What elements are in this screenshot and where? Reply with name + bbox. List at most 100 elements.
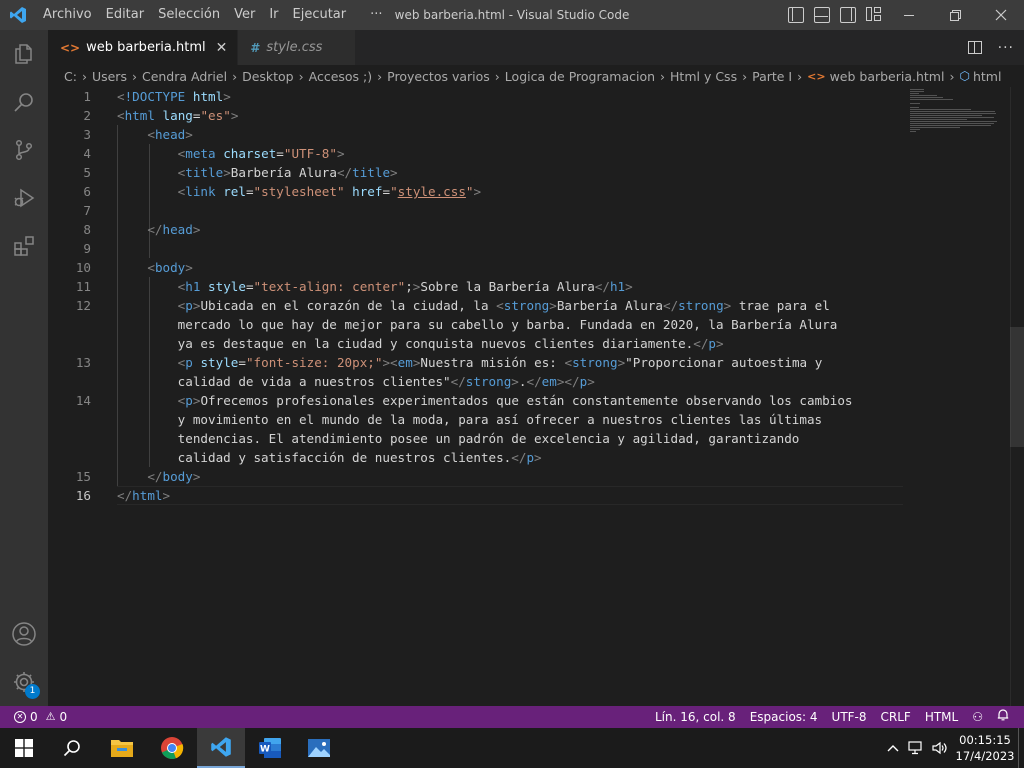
code-editor[interactable]: 1 <!DOCTYPE html> 2 <html lang="es"> 3 <head… bbox=[48, 87, 1024, 706]
menu-item[interactable]: Editar bbox=[99, 0, 152, 30]
more-menus-button[interactable]: ··· bbox=[363, 0, 389, 30]
code-token: Barbería Alura bbox=[230, 165, 337, 180]
code-token: style bbox=[208, 279, 246, 294]
system-tray: 00:15:15 17/4/2023 bbox=[882, 728, 1024, 768]
breadcrumb-item[interactable]: Parte I bbox=[752, 69, 792, 84]
start-button-windows-icon[interactable] bbox=[0, 728, 48, 768]
vscode-logo-icon[interactable] bbox=[0, 0, 36, 30]
breadcrumb-item[interactable]: Html y Css bbox=[670, 69, 737, 84]
toggle-secondary-sidebar-icon[interactable] bbox=[840, 7, 856, 23]
breadcrumb-item[interactable]: Desktop bbox=[242, 69, 294, 84]
breadcrumb-item[interactable]: Proyectos varios bbox=[387, 69, 490, 84]
manage-gear-icon[interactable]: 1 bbox=[0, 658, 48, 706]
code-line: 15 </body> bbox=[48, 467, 908, 486]
code-token: > bbox=[534, 450, 542, 465]
run-debug-icon[interactable] bbox=[0, 174, 48, 222]
photos-icon[interactable] bbox=[295, 728, 343, 768]
explorer-icon[interactable] bbox=[0, 30, 48, 78]
minimap[interactable] bbox=[910, 87, 1010, 137]
menu-item[interactable]: Ejecutar bbox=[286, 0, 354, 30]
file-explorer-icon[interactable] bbox=[98, 728, 146, 768]
close-tab-icon[interactable]: ✕ bbox=[216, 40, 228, 56]
feedback-icon[interactable]: ⚇ bbox=[965, 706, 990, 728]
taskbar-search-icon[interactable] bbox=[48, 728, 96, 768]
code-token: </ bbox=[117, 488, 133, 503]
code-token: p bbox=[526, 450, 535, 465]
breadcrumb-separator-chevron-icon: › bbox=[377, 68, 383, 84]
code-line: 13 <p style="font-size: 20px;"><em>Nuest… bbox=[48, 353, 908, 372]
indentation-status[interactable]: Espacios: 4 bbox=[743, 706, 825, 728]
clock[interactable]: 00:15:15 17/4/2023 bbox=[952, 732, 1018, 764]
eol-status[interactable]: CRLF bbox=[874, 706, 918, 728]
code-token: > bbox=[716, 336, 724, 351]
code-line: 3 <head> bbox=[48, 125, 908, 144]
problems-status[interactable]: ✕ 0 ⚠ 0 bbox=[0, 706, 74, 728]
extensions-icon[interactable] bbox=[0, 222, 48, 270]
html-file-icon: <> bbox=[60, 40, 81, 55]
volume-icon[interactable] bbox=[928, 741, 952, 755]
code-token: p bbox=[708, 336, 717, 351]
code-token: "UTF-8" bbox=[283, 146, 337, 161]
minimize-button[interactable] bbox=[886, 0, 932, 30]
breadcrumb-separator-chevron-icon: › bbox=[81, 68, 87, 84]
toggle-panel-icon[interactable] bbox=[814, 7, 830, 23]
close-button[interactable] bbox=[978, 0, 1024, 30]
minimap-line bbox=[910, 103, 920, 104]
accounts-icon[interactable] bbox=[0, 610, 48, 658]
restore-button[interactable] bbox=[932, 0, 978, 30]
tab-style-css[interactable]: # style.css bbox=[238, 30, 357, 65]
line-code: <h1 style="text-align: center";>Sobre la… bbox=[117, 277, 633, 296]
network-icon[interactable] bbox=[904, 741, 928, 755]
more-actions-icon[interactable]: ··· bbox=[998, 40, 1014, 56]
code-token: </ bbox=[693, 336, 709, 351]
breadcrumb-item[interactable]: Cendra Adriel bbox=[142, 69, 227, 84]
search-icon[interactable] bbox=[0, 78, 48, 126]
code-token: h1 bbox=[609, 279, 626, 294]
encoding-status[interactable]: UTF-8 bbox=[825, 706, 874, 728]
menu-item[interactable]: Ver bbox=[227, 0, 262, 30]
editor-actions: ··· bbox=[967, 30, 1014, 65]
notifications-bell-icon[interactable] bbox=[990, 706, 1016, 728]
code-token: "font-size: 20px;" bbox=[245, 355, 383, 370]
line-number: 5 bbox=[83, 165, 91, 180]
code-token: Nuestra misión es: bbox=[420, 355, 565, 370]
word-icon[interactable]: W bbox=[246, 728, 294, 768]
code-token: body bbox=[154, 260, 186, 275]
line-code: <p style="font-size: 20px;"><em>Nuestra … bbox=[117, 353, 823, 372]
breadcrumb-item[interactable]: Logica de Programacion bbox=[505, 69, 655, 84]
scrollbar-thumb[interactable] bbox=[1010, 327, 1024, 447]
tab-label: web barberia.html bbox=[86, 40, 206, 55]
minimap-line bbox=[910, 113, 996, 114]
code-token: > bbox=[230, 108, 239, 123]
split-editor-icon[interactable] bbox=[967, 41, 982, 54]
vscode-icon[interactable] bbox=[197, 728, 245, 768]
code-token: </ bbox=[511, 450, 527, 465]
show-hidden-icons-chevron-up-icon[interactable] bbox=[882, 741, 904, 756]
vertical-scrollbar[interactable] bbox=[1010, 87, 1024, 706]
language-mode[interactable]: HTML bbox=[918, 706, 965, 728]
menu-item[interactable]: Selección bbox=[151, 0, 227, 30]
code-token: = bbox=[245, 184, 254, 199]
chrome-icon[interactable] bbox=[148, 728, 196, 768]
toggle-primary-sidebar-icon[interactable] bbox=[788, 7, 804, 23]
source-control-icon[interactable] bbox=[0, 126, 48, 174]
breadcrumb-item[interactable]: web barberia.html bbox=[830, 69, 945, 84]
menu-item[interactable]: Archivo bbox=[36, 0, 99, 30]
code-token: = bbox=[238, 355, 246, 370]
breadcrumb-separator-chevron-icon: › bbox=[494, 68, 500, 84]
show-desktop-button[interactable] bbox=[1018, 728, 1024, 768]
line-code: calidad y satisfacción de nuestros clien… bbox=[117, 448, 542, 467]
breadcrumb-item[interactable]: Users bbox=[92, 69, 127, 84]
tab-web-barberia-html[interactable]: <> web barberia.html ✕ bbox=[48, 30, 239, 65]
breadcrumb-item[interactable]: html bbox=[973, 69, 1001, 84]
cursor-position[interactable]: Lín. 16, col. 8 bbox=[648, 706, 743, 728]
breadcrumb-item[interactable]: Accesos ;) bbox=[309, 69, 373, 84]
customize-layout-icon[interactable] bbox=[866, 7, 882, 23]
breadcrumb-item[interactable]: C: bbox=[64, 69, 77, 84]
menu-item[interactable]: Ir bbox=[262, 0, 285, 30]
breadcrumb: C: › Users › Cendra Adriel › Desktop › Accesos ;… bbox=[48, 65, 1024, 87]
